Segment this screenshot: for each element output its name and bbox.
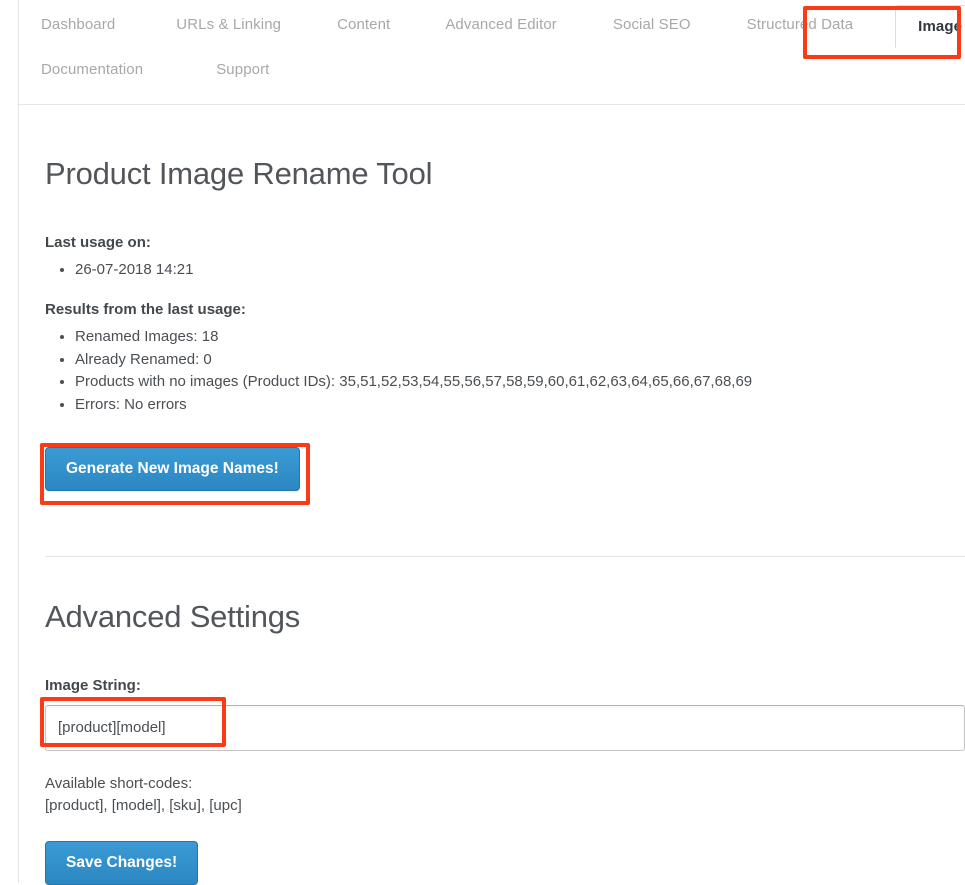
tab-social-seo[interactable]: Social SEO bbox=[613, 17, 691, 32]
last-usage-list: 26-07-2018 14:21 bbox=[45, 259, 965, 282]
list-item: Renamed Images: 18 bbox=[75, 326, 965, 349]
generate-button[interactable]: Generate New Image Names! bbox=[45, 447, 300, 492]
tab-documentation[interactable]: Documentation bbox=[41, 62, 143, 77]
tab-support[interactable]: Support bbox=[216, 62, 269, 77]
list-item: Already Renamed: 0 bbox=[75, 349, 965, 372]
advanced-settings-title: Advanced Settings bbox=[45, 601, 965, 632]
tab-row-secondary: Documentation Support bbox=[19, 48, 965, 92]
save-changes-button[interactable]: Save Changes! bbox=[45, 841, 198, 885]
image-string-label: Image String: bbox=[45, 676, 965, 696]
tab-dashboard[interactable]: Dashboard bbox=[41, 17, 115, 32]
last-usage-label: Last usage on: bbox=[45, 233, 965, 253]
shortcodes-value: [product], [model], [sku], [upc] bbox=[45, 795, 965, 818]
primary-tab-bar: Dashboard URLs & Linking Content Advance… bbox=[19, 0, 965, 92]
page-content: Product Image Rename Tool Last usage on:… bbox=[45, 104, 965, 491]
advanced-settings-section: Advanced Settings Image String: Availabl… bbox=[45, 556, 965, 885]
tab-row-primary: Dashboard URLs & Linking Content Advance… bbox=[19, 0, 965, 48]
page-title: Product Image Rename Tool bbox=[45, 158, 965, 189]
list-item: Products with no images (Product IDs): 3… bbox=[75, 371, 965, 394]
shortcodes-label: Available short-codes: bbox=[45, 773, 965, 796]
results-label: Results from the last usage: bbox=[45, 300, 965, 320]
page-left-border bbox=[18, 0, 19, 883]
list-item: Errors: No errors bbox=[75, 394, 965, 417]
image-string-input[interactable] bbox=[45, 705, 965, 751]
tab-urls-linking[interactable]: URLs & Linking bbox=[176, 17, 281, 32]
tab-structured-data[interactable]: Structured Data bbox=[747, 17, 854, 32]
tab-advanced-editor[interactable]: Advanced Editor bbox=[445, 17, 557, 32]
tab-image-names[interactable]: Image Names bbox=[895, 5, 965, 48]
tab-content[interactable]: Content bbox=[337, 17, 390, 32]
results-list: Renamed Images: 18 Already Renamed: 0 Pr… bbox=[45, 326, 965, 417]
list-item: 26-07-2018 14:21 bbox=[75, 259, 965, 282]
